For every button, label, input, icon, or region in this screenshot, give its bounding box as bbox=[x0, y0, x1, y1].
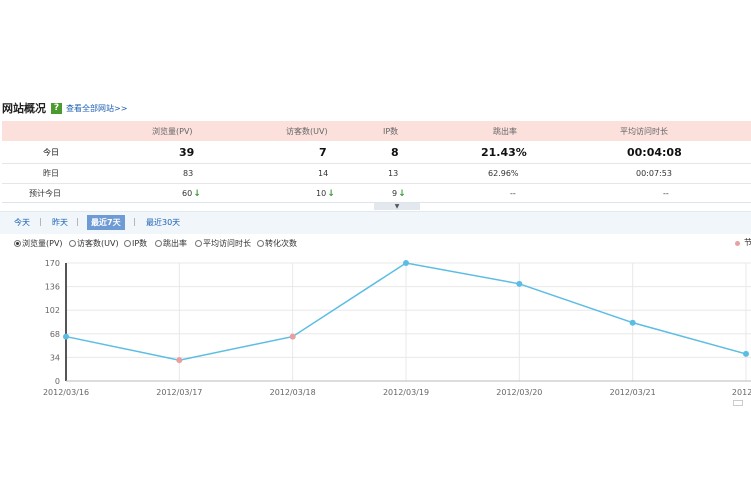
collapse-toggle[interactable]: ▼ bbox=[374, 203, 420, 210]
down-arrow-icon: ↓ bbox=[327, 188, 335, 199]
column-header-pv: 浏览量(PV) bbox=[152, 126, 193, 136]
column-header-bounce: 跳出率 bbox=[493, 126, 517, 136]
table-cell: 60 ↓ bbox=[182, 188, 201, 199]
collapse-bar: ▼ bbox=[2, 202, 751, 211]
y-tick-label: 136 bbox=[45, 283, 60, 292]
stats-table: 浏览量(PV) 访客数(UV) IP数 跳出率 平均访问时长 今日 39 7 8… bbox=[2, 121, 751, 203]
table-row: 预计今日 60 ↓ 10 ↓ 9 ↓ -- -- bbox=[2, 183, 751, 203]
metric-option-pv[interactable]: 浏览量(PV) bbox=[14, 238, 63, 249]
tab-today[interactable]: 今天 bbox=[14, 217, 30, 228]
column-header-avg-duration: 平均访问时长 bbox=[620, 126, 668, 136]
table-cell: 00:04:08 bbox=[627, 145, 682, 159]
column-header-uv: 访客数(UV) bbox=[286, 126, 328, 136]
metric-option-bounce[interactable]: 跳出率 bbox=[155, 238, 187, 249]
table-cell: 9 ↓ bbox=[392, 188, 406, 199]
table-cell: 7 bbox=[319, 145, 327, 159]
legend-label: 节 bbox=[744, 238, 751, 247]
y-tick-label: 34 bbox=[50, 353, 60, 362]
table-cell: -- bbox=[510, 189, 516, 198]
row-label: 今日 bbox=[43, 147, 59, 157]
section-header: 网站概况 ? 查看全部网站>> bbox=[2, 100, 127, 116]
metric-option-ip[interactable]: IP数 bbox=[124, 238, 147, 249]
page-title: 网站概况 bbox=[2, 102, 46, 115]
table-cell: -- bbox=[663, 189, 669, 198]
table-row: 今日 39 7 8 21.43% 00:04:08 bbox=[2, 141, 751, 163]
tab-separator: | bbox=[39, 217, 42, 226]
tab-last-7-days[interactable]: 最近7天 bbox=[87, 215, 125, 230]
tab-last-30-days[interactable]: 最近30天 bbox=[146, 217, 180, 228]
x-tick-label: 2012/03/18 bbox=[270, 388, 316, 397]
pv-line-chart: 0 34 68 102 136 170 2012/03/16 2012/03/17 2012/0… bbox=[43, 259, 751, 397]
view-all-sites-link[interactable]: 查看全部网站>> bbox=[66, 103, 127, 114]
down-arrow-icon: ↓ bbox=[398, 188, 406, 199]
table-cell: 13 bbox=[388, 169, 399, 178]
row-label: 昨日 bbox=[43, 169, 59, 178]
y-tick-label: 68 bbox=[50, 330, 60, 339]
collapse-arrow-icon: ▼ bbox=[394, 203, 400, 210]
chart-export-box[interactable] bbox=[733, 400, 743, 406]
data-point bbox=[63, 333, 69, 340]
table-cell: 8 bbox=[391, 145, 399, 159]
column-header-ip: IP数 bbox=[383, 126, 399, 136]
metric-option-avg-duration[interactable]: 平均访问时长 bbox=[195, 238, 251, 249]
y-tick-label: 0 bbox=[55, 377, 60, 386]
data-point bbox=[743, 350, 749, 357]
x-tick-label: 2012/03/20 bbox=[496, 388, 542, 397]
table-cell: 83 bbox=[183, 169, 194, 178]
radio-icon[interactable] bbox=[257, 240, 264, 247]
table-cell: 62.96% bbox=[488, 169, 519, 178]
x-tick-label: 2012/03/19 bbox=[383, 388, 429, 397]
help-icon[interactable]: ? bbox=[51, 102, 62, 114]
stats-header-row: 浏览量(PV) 访客数(UV) IP数 跳出率 平均访问时长 bbox=[2, 121, 751, 141]
legend-marker bbox=[735, 241, 740, 246]
metric-option-conversions[interactable]: 转化次数 bbox=[257, 238, 297, 249]
table-cell: 10 ↓ bbox=[316, 188, 335, 199]
y-tick-label: 170 bbox=[45, 259, 60, 268]
row-label: 预计今日 bbox=[29, 189, 61, 198]
x-tick-label: 2012/0 bbox=[732, 388, 751, 397]
x-tick-label: 2012/03/16 bbox=[43, 388, 89, 397]
metric-option-uv[interactable]: 访客数(UV) bbox=[69, 238, 119, 249]
table-cell: 39 bbox=[179, 145, 195, 159]
tab-yesterday[interactable]: 昨天 bbox=[52, 217, 68, 228]
radio-checked-icon[interactable] bbox=[14, 240, 21, 247]
table-cell: 14 bbox=[318, 169, 329, 178]
y-tick-label: 102 bbox=[45, 306, 60, 315]
radio-icon[interactable] bbox=[155, 240, 162, 247]
date-range-tabs: 今天 | 昨天 | 最近7天 | 最近30天 bbox=[0, 211, 751, 234]
data-point bbox=[629, 319, 636, 326]
tab-separator: | bbox=[133, 217, 136, 226]
x-tick-label: 2012/03/17 bbox=[156, 388, 202, 397]
radio-icon[interactable] bbox=[124, 240, 131, 247]
down-arrow-icon: ↓ bbox=[193, 188, 201, 199]
tab-separator: | bbox=[76, 217, 79, 226]
table-row: 昨日 83 14 13 62.96% 00:07:53 bbox=[2, 163, 751, 183]
x-tick-label: 2012/03/21 bbox=[610, 388, 656, 397]
table-cell: 00:07:53 bbox=[636, 169, 672, 178]
radio-icon[interactable] bbox=[195, 240, 202, 247]
table-cell: 21.43% bbox=[481, 145, 527, 159]
data-point bbox=[516, 280, 523, 287]
data-point bbox=[289, 333, 296, 340]
data-point bbox=[403, 260, 409, 266]
radio-icon[interactable] bbox=[69, 240, 76, 247]
data-point bbox=[176, 357, 183, 364]
